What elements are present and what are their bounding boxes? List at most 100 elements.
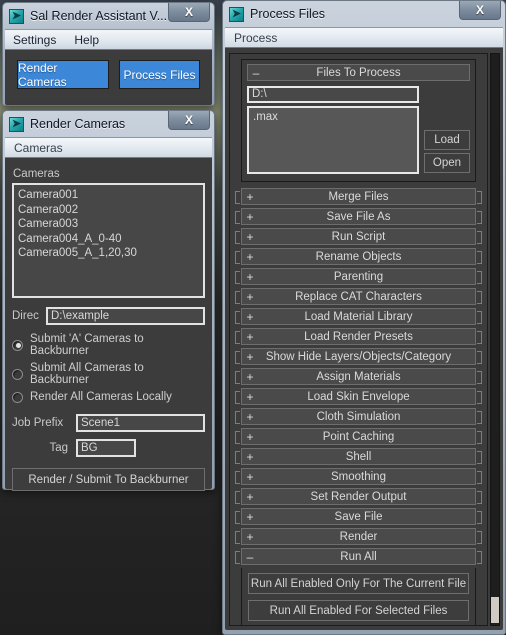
- open-button[interactable]: Open: [424, 153, 470, 173]
- app-arrow-icon: ➤: [229, 6, 244, 22]
- process-files-titlebar[interactable]: ➤ Process Files X: [223, 1, 505, 27]
- rollout-title: Load Render Presets: [304, 330, 413, 343]
- main-window-body: Settings Help Render Cameras Process Fil…: [5, 29, 212, 105]
- main-window-titlebar[interactable]: ➤ Sal Render Assistant V... X: [3, 3, 214, 29]
- rollout-title: Rename Objects: [315, 250, 402, 263]
- list-item[interactable]: Camera005_A_1,20,30: [18, 246, 199, 261]
- list-item[interactable]: Camera002: [18, 203, 199, 218]
- rollout-header[interactable]: + Shell: [241, 448, 476, 465]
- rollout-header[interactable]: + Save File: [241, 508, 476, 525]
- run-all-current-file-button[interactable]: Run All Enabled Only For The Current Fil…: [248, 573, 469, 594]
- rollout-header[interactable]: + Cloth Simulation: [241, 408, 476, 425]
- menu-item-settings[interactable]: Settings: [13, 33, 56, 47]
- tag-row: Tag BG: [12, 439, 205, 457]
- rollout-wrap: + Parenting: [234, 268, 483, 285]
- rollout-wrap: + Assign Materials: [234, 368, 483, 385]
- rollout-wrap: + Load Material Library: [234, 308, 483, 325]
- directory-row: Direc D:\example: [12, 307, 205, 325]
- list-item[interactable]: Camera004_A_0-40: [18, 232, 199, 247]
- process-files-button[interactable]: Process Files: [118, 60, 200, 89]
- app-arrow-icon: ➤: [9, 116, 24, 132]
- render-cameras-window: ➤ Render Cameras X Cameras Cameras Camer…: [2, 110, 215, 491]
- rollout-header-files-to-process[interactable]: – Files To Process: [247, 64, 470, 81]
- close-icon[interactable]: X: [168, 111, 210, 130]
- process-files-body: Process – Files To Process D:\ .max Load…: [225, 27, 503, 630]
- rollout-header[interactable]: + Rename Objects: [241, 248, 476, 265]
- rollout-header[interactable]: + Load Render Presets: [241, 328, 476, 345]
- rollout-header-run-all[interactable]: – Run All: [241, 548, 476, 565]
- rollout-header[interactable]: + Load Skin Envelope: [241, 388, 476, 405]
- collapsed-rollouts: + Merge Files + Save File As + Run Script + Ren…: [234, 188, 483, 545]
- rollout-header[interactable]: + Load Material Library: [241, 308, 476, 325]
- rollout-header[interactable]: + Merge Files: [241, 188, 476, 205]
- rollout-title: Load Skin Envelope: [307, 390, 410, 403]
- rollout-wrap: + Load Skin Envelope: [234, 388, 483, 405]
- rollout-wrap: + Show Hide Layers/Objects/Category: [234, 348, 483, 365]
- scrollbar-thumb[interactable]: [491, 597, 499, 623]
- vertical-scrollbar[interactable]: [490, 53, 500, 626]
- rollout-header[interactable]: + Save File As: [241, 208, 476, 225]
- main-window-title: Sal Render Assistant V...: [30, 9, 168, 23]
- close-icon[interactable]: X: [168, 3, 210, 22]
- rollout-wrap: + Run Script: [234, 228, 483, 245]
- file-list[interactable]: .max: [247, 106, 419, 174]
- tab-process[interactable]: Process: [225, 28, 503, 48]
- close-icon[interactable]: X: [459, 1, 501, 20]
- render-cameras-titlebar[interactable]: ➤ Render Cameras X: [3, 111, 214, 137]
- list-item[interactable]: .max: [253, 110, 413, 124]
- rollout-header[interactable]: + Smoothing: [241, 468, 476, 485]
- menu-item-help[interactable]: Help: [74, 33, 99, 47]
- job-prefix-input[interactable]: Scene1: [76, 414, 205, 432]
- rollout-wrap: + Cloth Simulation: [234, 408, 483, 425]
- files-to-process-panel: – Files To Process D:\ .max Load Open: [241, 59, 476, 182]
- radio-label: Submit 'A' Cameras to Backburner: [30, 333, 144, 357]
- radio-label: Submit All Cameras to Backburner: [30, 362, 144, 386]
- run-all-selected-files-button[interactable]: Run All Enabled For Selected Files: [248, 600, 469, 621]
- radio-option-submit-a-cameras[interactable]: Submit 'A' Cameras to Backburner: [12, 333, 205, 357]
- rollout-title: Save File: [334, 510, 383, 523]
- list-item[interactable]: Camera001: [18, 188, 199, 203]
- rollout-title: Parenting: [333, 270, 384, 283]
- cameras-panel: Cameras Camera001 Camera002 Camera003 Ca…: [5, 158, 212, 498]
- rollout-header[interactable]: + Assign Materials: [241, 368, 476, 385]
- radio-option-render-locally[interactable]: Render All Cameras Locally: [12, 391, 205, 403]
- file-path-input[interactable]: D:\: [247, 86, 419, 103]
- rollout-header[interactable]: + Show Hide Layers/Objects/Category: [241, 348, 476, 365]
- rollout-wrap: + Save File: [234, 508, 483, 525]
- rollout-title: Save File As: [326, 210, 391, 223]
- load-button[interactable]: Load: [424, 130, 470, 150]
- list-item[interactable]: Camera003: [18, 217, 199, 232]
- render-submit-backburner-button[interactable]: Render / Submit To Backburner: [12, 468, 205, 491]
- rollout-header[interactable]: + Set Render Output: [241, 488, 476, 505]
- rollout-title: Render: [339, 530, 378, 543]
- rollout-header[interactable]: + Run Script: [241, 228, 476, 245]
- rollout-title: Run All: [340, 550, 377, 563]
- radio-label: Render All Cameras Locally: [30, 391, 172, 403]
- tab-process-label: Process: [234, 30, 278, 45]
- process-rollout-list: – Files To Process D:\ .max Load Open + …: [230, 54, 487, 625]
- tab-cameras[interactable]: Cameras: [5, 138, 212, 158]
- rollout-header[interactable]: + Point Caching: [241, 428, 476, 445]
- rollout-title: Smoothing: [331, 470, 386, 483]
- cameras-listbox[interactable]: Camera001 Camera002 Camera003 Camera004_…: [12, 183, 205, 298]
- cameras-list-label: Cameras: [13, 168, 60, 180]
- rollout-wrap: + Point Caching: [234, 428, 483, 445]
- rollout-title: Replace CAT Characters: [295, 290, 422, 303]
- directory-input[interactable]: D:\example: [46, 307, 205, 325]
- radio-icon-selected: [12, 339, 23, 351]
- rollout-header[interactable]: + Parenting: [241, 268, 476, 285]
- directory-label: Direc: [12, 310, 39, 322]
- rollout-title: Run Script: [331, 230, 386, 243]
- rollout-title: Load Material Library: [304, 310, 413, 323]
- files-to-process-left: D:\ .max: [247, 86, 419, 174]
- render-cameras-button[interactable]: Render Cameras: [17, 60, 109, 89]
- main-button-row: Render Cameras Process Files: [5, 50, 212, 99]
- rollout-header[interactable]: + Replace CAT Characters: [241, 288, 476, 305]
- rollout-wrap-run-all: – Run All: [234, 548, 483, 565]
- rollout-wrap: + Replace CAT Characters: [234, 288, 483, 305]
- radio-icon: [12, 391, 23, 403]
- rollout-wrap: + Set Render Output: [234, 488, 483, 505]
- tag-input[interactable]: BG: [76, 439, 136, 457]
- rollout-header[interactable]: + Render: [241, 528, 476, 545]
- radio-option-submit-all-cameras[interactable]: Submit All Cameras to Backburner: [12, 362, 205, 386]
